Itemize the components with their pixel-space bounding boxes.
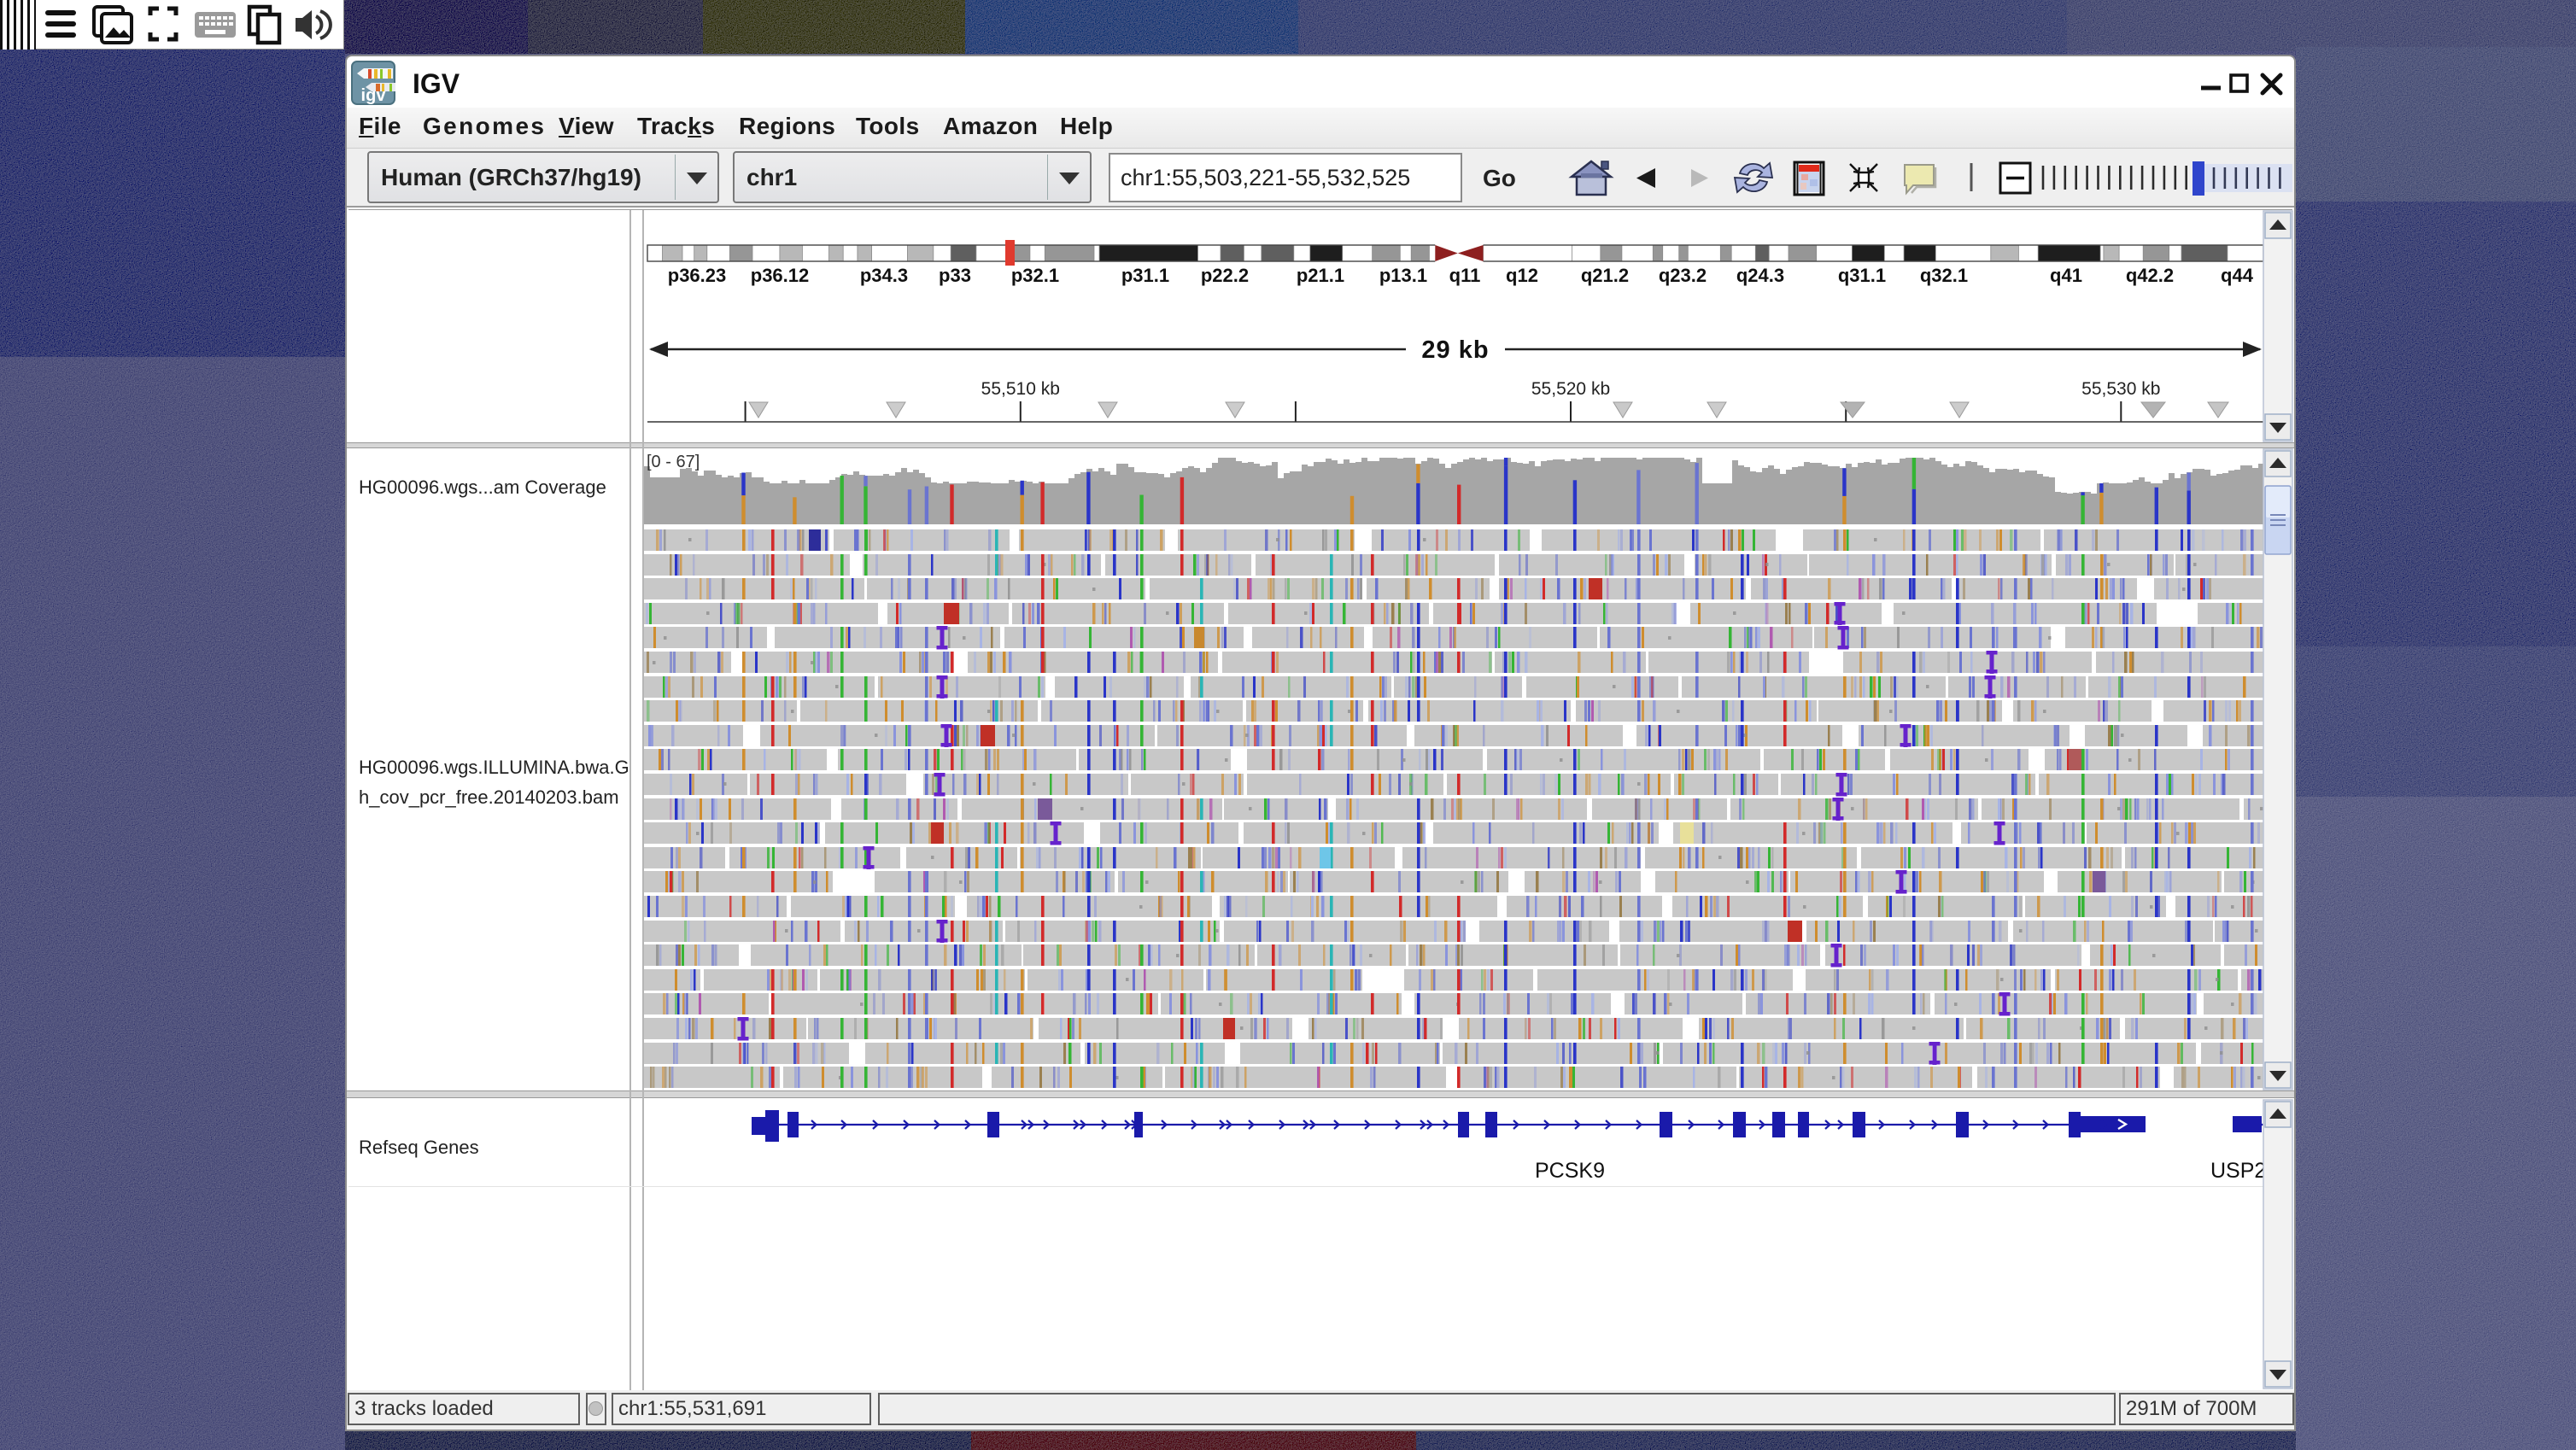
svg-text:p22.2: p22.2 (1201, 265, 1249, 286)
svg-text:q11: q11 (1449, 265, 1481, 286)
svg-text:q12: q12 (1506, 265, 1538, 286)
svg-text:q44: q44 (2221, 265, 2254, 286)
svg-text:PCSK9: PCSK9 (1535, 1159, 1605, 1183)
svg-text:55,510 kb: 55,510 kb (981, 379, 1060, 399)
svg-text:29 kb: 29 kb (1421, 336, 1489, 364)
svg-text:q42.2: q42.2 (2126, 265, 2174, 286)
svg-text:p36.23: p36.23 (668, 265, 727, 286)
svg-text:q24.3: q24.3 (1736, 265, 1784, 286)
svg-text:q31.1: q31.1 (1838, 265, 1886, 286)
svg-text:p31.1: p31.1 (1121, 265, 1169, 286)
svg-text:55,520 kb: 55,520 kb (1531, 379, 1610, 399)
svg-text:p36.12: p36.12 (751, 265, 810, 286)
svg-text:p32.1: p32.1 (1011, 265, 1059, 286)
svg-text:q21.2: q21.2 (1581, 265, 1629, 286)
svg-text:55,530 kb: 55,530 kb (2081, 379, 2160, 399)
svg-text:p21.1: p21.1 (1297, 265, 1344, 286)
svg-text:q23.2: q23.2 (1659, 265, 1707, 286)
svg-text:p13.1: p13.1 (1379, 265, 1427, 286)
svg-text:p34.3: p34.3 (860, 265, 908, 286)
svg-text:q32.1: q32.1 (1920, 265, 1968, 286)
svg-text:q41: q41 (2050, 265, 2082, 286)
svg-text:p33: p33 (939, 265, 971, 286)
